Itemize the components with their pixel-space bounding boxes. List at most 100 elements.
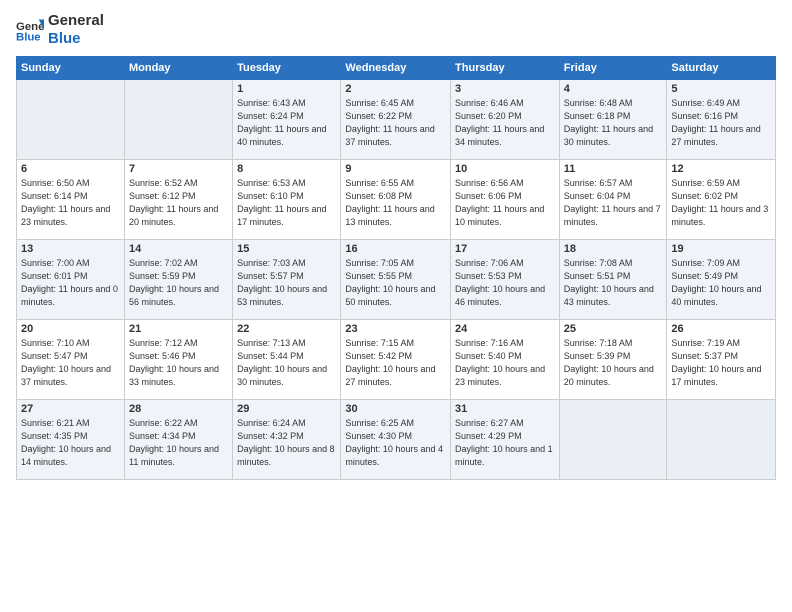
day-info: Sunrise: 7:00 AM Sunset: 6:01 PM Dayligh…: [21, 257, 120, 309]
day-number: 8: [237, 163, 336, 175]
day-info: Sunrise: 6:24 AM Sunset: 4:32 PM Dayligh…: [237, 417, 336, 469]
calendar-cell: 17 Sunrise: 7:06 AM Sunset: 5:53 PM Dayli…: [451, 240, 560, 320]
header: General Blue General Blue: [16, 12, 776, 48]
day-number: 2: [345, 83, 446, 95]
day-info: Sunrise: 6:49 AM Sunset: 6:16 PM Dayligh…: [671, 97, 771, 149]
day-info: Sunrise: 7:02 AM Sunset: 5:59 PM Dayligh…: [129, 257, 228, 309]
calendar-cell: 11Sunrise: 6:57 AM Sunset: 6:04 PM Dayli…: [559, 160, 667, 240]
calendar-cell: 3Sunrise: 6:46 AM Sunset: 6:20 PM Daylig…: [451, 80, 560, 160]
calendar-cell: 25 Sunrise: 7:18 AM Sunset: 5:39 PM Dayli…: [559, 320, 667, 400]
day-info: Sunrise: 6:53 AM Sunset: 6:10 PM Dayligh…: [237, 177, 336, 229]
logo-icon: General Blue: [16, 16, 44, 44]
day-info: Sunrise: 7:19 AM Sunset: 5:37 PM Dayligh…: [671, 337, 771, 389]
day-info: Sunrise: 7:12 AM Sunset: 5:46 PM Dayligh…: [129, 337, 228, 389]
calendar-cell: 30 Sunrise: 6:25 AM Sunset: 4:30 PM Dayli…: [341, 400, 451, 480]
day-number: 26: [671, 323, 771, 335]
calendar-cell: 28 Sunrise: 6:22 AM Sunset: 4:34 PM Dayli…: [124, 400, 232, 480]
day-info: Sunrise: 7:06 AM Sunset: 5:53 PM Dayligh…: [455, 257, 555, 309]
weekday-header-wednesday: Wednesday: [341, 57, 451, 80]
day-number: 22: [237, 323, 336, 335]
day-info: Sunrise: 7:18 AM Sunset: 5:39 PM Dayligh…: [564, 337, 663, 389]
calendar-cell: [17, 80, 125, 160]
day-number: 16: [345, 243, 446, 255]
day-number: 20: [21, 323, 120, 335]
day-number: 9: [345, 163, 446, 175]
calendar-week-2: 6Sunrise: 6:50 AM Sunset: 6:14 PM Daylig…: [17, 160, 776, 240]
calendar-cell: 6Sunrise: 6:50 AM Sunset: 6:14 PM Daylig…: [17, 160, 125, 240]
calendar-week-1: 1 Sunrise: 6:43 AM Sunset: 6:24 PM Daylig…: [17, 80, 776, 160]
calendar-cell: 20 Sunrise: 7:10 AM Sunset: 5:47 PM Dayli…: [17, 320, 125, 400]
day-info: Sunrise: 6:25 AM Sunset: 4:30 PM Dayligh…: [345, 417, 446, 469]
calendar-cell: [667, 400, 776, 480]
day-number: 15: [237, 243, 336, 255]
day-info: Sunrise: 7:16 AM Sunset: 5:40 PM Dayligh…: [455, 337, 555, 389]
day-number: 27: [21, 403, 120, 415]
day-info: Sunrise: 7:10 AM Sunset: 5:47 PM Dayligh…: [21, 337, 120, 389]
calendar-cell: 15 Sunrise: 7:03 AM Sunset: 5:57 PM Dayli…: [233, 240, 341, 320]
day-number: 11: [564, 163, 663, 175]
day-number: 28: [129, 403, 228, 415]
day-number: 30: [345, 403, 446, 415]
calendar-cell: 18 Sunrise: 7:08 AM Sunset: 5:51 PM Dayli…: [559, 240, 667, 320]
day-number: 14: [129, 243, 228, 255]
day-number: 5: [671, 83, 771, 95]
logo-general: General: [48, 12, 104, 30]
day-number: 1: [237, 83, 336, 95]
day-info: Sunrise: 6:56 AM Sunset: 6:06 PM Dayligh…: [455, 177, 555, 229]
day-number: 24: [455, 323, 555, 335]
day-info: Sunrise: 6:59 AM Sunset: 6:02 PM Dayligh…: [671, 177, 771, 229]
day-info: Sunrise: 7:15 AM Sunset: 5:42 PM Dayligh…: [345, 337, 446, 389]
day-number: 10: [455, 163, 555, 175]
day-info: Sunrise: 7:05 AM Sunset: 5:55 PM Dayligh…: [345, 257, 446, 309]
calendar-body: 1 Sunrise: 6:43 AM Sunset: 6:24 PM Daylig…: [17, 80, 776, 480]
calendar-cell: 12Sunrise: 6:59 AM Sunset: 6:02 PM Dayli…: [667, 160, 776, 240]
day-number: 7: [129, 163, 228, 175]
calendar-cell: 9 Sunrise: 6:55 AM Sunset: 6:08 PM Daylig…: [341, 160, 451, 240]
calendar-cell: 21 Sunrise: 7:12 AM Sunset: 5:46 PM Dayli…: [124, 320, 232, 400]
day-info: Sunrise: 6:27 AM Sunset: 4:29 PM Dayligh…: [455, 417, 555, 469]
calendar-cell: 29Sunrise: 6:24 AM Sunset: 4:32 PM Dayli…: [233, 400, 341, 480]
day-info: Sunrise: 6:43 AM Sunset: 6:24 PM Dayligh…: [237, 97, 336, 149]
day-number: 21: [129, 323, 228, 335]
calendar-cell: 14 Sunrise: 7:02 AM Sunset: 5:59 PM Dayli…: [124, 240, 232, 320]
weekday-header-sunday: Sunday: [17, 57, 125, 80]
calendar-cell: 13 Sunrise: 7:00 AM Sunset: 6:01 PM Dayli…: [17, 240, 125, 320]
day-number: 23: [345, 323, 446, 335]
calendar-cell: [124, 80, 232, 160]
svg-text:Blue: Blue: [16, 32, 41, 44]
day-number: 6: [21, 163, 120, 175]
day-number: 13: [21, 243, 120, 255]
calendar-cell: 19Sunrise: 7:09 AM Sunset: 5:49 PM Dayli…: [667, 240, 776, 320]
calendar-cell: 10 Sunrise: 6:56 AM Sunset: 6:06 PM Dayli…: [451, 160, 560, 240]
calendar-cell: 26 Sunrise: 7:19 AM Sunset: 5:37 PM Dayli…: [667, 320, 776, 400]
day-number: 18: [564, 243, 663, 255]
calendar-week-3: 13 Sunrise: 7:00 AM Sunset: 6:01 PM Dayli…: [17, 240, 776, 320]
day-info: Sunrise: 7:08 AM Sunset: 5:51 PM Dayligh…: [564, 257, 663, 309]
calendar-cell: 4Sunrise: 6:48 AM Sunset: 6:18 PM Daylig…: [559, 80, 667, 160]
calendar-table: SundayMondayTuesdayWednesdayThursdayFrid…: [16, 56, 776, 480]
day-info: Sunrise: 6:52 AM Sunset: 6:12 PM Dayligh…: [129, 177, 228, 229]
day-number: 31: [455, 403, 555, 415]
day-info: Sunrise: 6:46 AM Sunset: 6:20 PM Dayligh…: [455, 97, 555, 149]
calendar-cell: 1 Sunrise: 6:43 AM Sunset: 6:24 PM Daylig…: [233, 80, 341, 160]
calendar-cell: 7 Sunrise: 6:52 AM Sunset: 6:12 PM Daylig…: [124, 160, 232, 240]
day-number: 17: [455, 243, 555, 255]
calendar-week-4: 20 Sunrise: 7:10 AM Sunset: 5:47 PM Dayli…: [17, 320, 776, 400]
weekday-header-tuesday: Tuesday: [233, 57, 341, 80]
day-info: Sunrise: 6:55 AM Sunset: 6:08 PM Dayligh…: [345, 177, 446, 229]
weekday-header-friday: Friday: [559, 57, 667, 80]
logo-blue: Blue: [48, 30, 104, 48]
day-number: 19: [671, 243, 771, 255]
calendar-page: General Blue General Blue SundayMondayTu…: [0, 0, 792, 612]
calendar-cell: 23 Sunrise: 7:15 AM Sunset: 5:42 PM Dayli…: [341, 320, 451, 400]
weekday-header-thursday: Thursday: [451, 57, 560, 80]
weekday-header-monday: Monday: [124, 57, 232, 80]
calendar-cell: 31 Sunrise: 6:27 AM Sunset: 4:29 PM Dayli…: [451, 400, 560, 480]
day-info: Sunrise: 6:22 AM Sunset: 4:34 PM Dayligh…: [129, 417, 228, 469]
day-info: Sunrise: 7:03 AM Sunset: 5:57 PM Dayligh…: [237, 257, 336, 309]
calendar-cell: 8 Sunrise: 6:53 AM Sunset: 6:10 PM Daylig…: [233, 160, 341, 240]
day-number: 25: [564, 323, 663, 335]
calendar-cell: 22Sunrise: 7:13 AM Sunset: 5:44 PM Dayli…: [233, 320, 341, 400]
calendar-cell: 2Sunrise: 6:45 AM Sunset: 6:22 PM Daylig…: [341, 80, 451, 160]
day-info: Sunrise: 6:48 AM Sunset: 6:18 PM Dayligh…: [564, 97, 663, 149]
